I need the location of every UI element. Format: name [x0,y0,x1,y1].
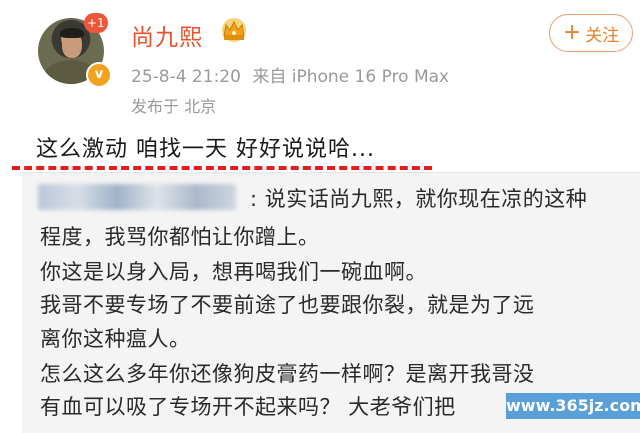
plus-icon: + [562,20,582,45]
follow-button[interactable]: + 关注 [549,14,633,52]
comment-line: 怎么这么多年你还像狗皮膏药一样啊？是离开我哥没 [40,362,535,386]
red-dashed-underline [12,166,432,170]
comment-line: 我哥不要专场了不要前途了也要跟你裂，就是为了远 [40,293,535,317]
comment-line: 程度，我骂你都怕让你蹭上。 [40,225,320,249]
username[interactable]: 尚九熙 [131,18,203,52]
comment-line: 离你这种瘟人。 [40,327,191,351]
follow-label: 关注 [585,25,620,46]
post-source: 来自 iPhone 16 Pro Max [252,67,450,87]
post-date: 25-8-4 21:20 [131,67,241,87]
verified-icon: v [86,62,112,88]
crown-icon [222,18,246,42]
site-watermark: www.365jz.com [506,393,640,419]
notification-badge: +1 [84,13,108,33]
post-location: 发布于 北京 [131,97,217,116]
comment-line: 你这是以身入局，想再喝我们一碗血啊。 [40,260,427,284]
comment-line: 有血可以吸了专场开不起来吗？ 大老爷们把 [40,395,456,419]
post-meta: 25-8-4 21:20 来自 iPhone 16 Pro Max [131,62,455,87]
avatar-hair [60,28,84,38]
comment-line: : 说实话尚九熙，就你现在凉的这种 [250,187,588,211]
blurred-username [38,184,236,210]
post-text: 这么激动 咱找一天 好好说说哈... [36,137,375,162]
